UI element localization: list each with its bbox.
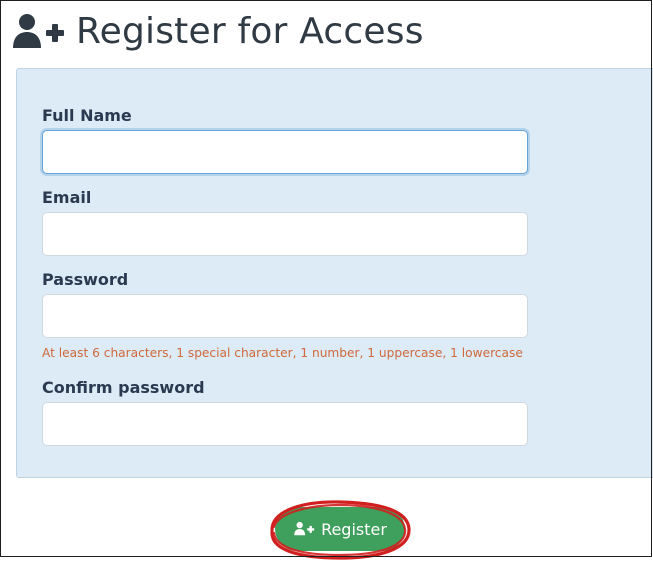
- user-plus-icon: [10, 12, 66, 52]
- register-button[interactable]: Register: [275, 507, 405, 551]
- full-name-label: Full Name: [42, 106, 132, 125]
- email-input[interactable]: [42, 212, 528, 256]
- user-plus-icon: [293, 521, 315, 537]
- password-input[interactable]: [42, 294, 528, 338]
- password-label: Password: [42, 270, 129, 289]
- page-header: Register for Access: [10, 8, 424, 56]
- full-name-input[interactable]: [42, 130, 528, 174]
- confirm-password-label: Confirm password: [42, 378, 205, 397]
- password-hint: At least 6 characters, 1 special charact…: [42, 346, 523, 360]
- email-label: Email: [42, 188, 92, 207]
- confirm-password-input[interactable]: [42, 402, 528, 446]
- page-title: Register for Access: [76, 11, 424, 52]
- register-button-label: Register: [321, 519, 387, 539]
